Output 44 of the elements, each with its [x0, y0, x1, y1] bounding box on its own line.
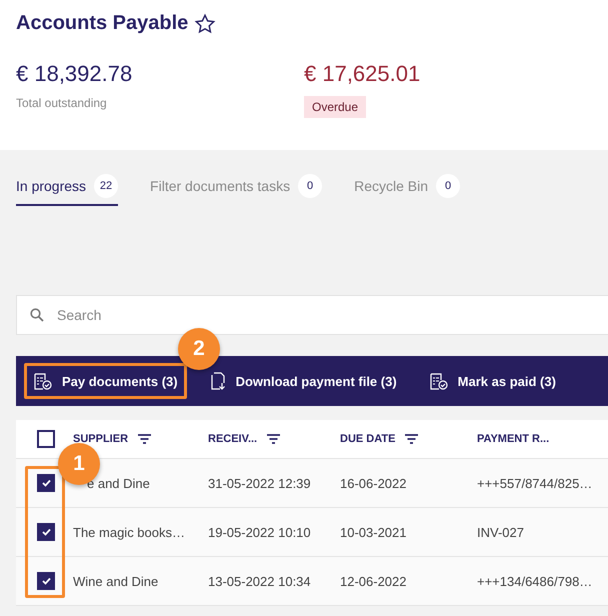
table-cell-text: 19-05-2022 10:10: [208, 524, 312, 540]
table-cell-text: Wine and Dine: [73, 574, 160, 588]
table-cell-text: +++557/8744/825…: [477, 476, 594, 490]
star-icon[interactable]: [194, 12, 216, 34]
column-header: DUE DATE: [340, 433, 396, 445]
count-badge: 0: [298, 174, 322, 198]
table-cell-text: INV-027: [477, 524, 525, 540]
count-badge: 22: [94, 174, 118, 198]
document-check-icon: [428, 372, 448, 390]
table-cell-text: 16-06-2022: [340, 476, 408, 490]
checkbox[interactable]: [37, 430, 55, 448]
tab[interactable]: Filter documents tasks 0: [150, 174, 322, 206]
table-cell-text: The magic books…: [73, 524, 186, 540]
filter-icon[interactable]: [138, 434, 152, 444]
table-cell-text: 10-03-2021: [340, 524, 408, 540]
table-cell-text: 31-05-2022 12:39: [208, 476, 312, 490]
amount: € 17,625.01: [304, 61, 420, 87]
checkbox[interactable]: [37, 572, 55, 590]
count-badge: 0: [436, 174, 460, 198]
checkbox[interactable]: [37, 523, 55, 541]
tab[interactable]: In progress 22: [16, 174, 118, 206]
checkmark-icon: [42, 577, 50, 585]
filter-icon[interactable]: [405, 434, 418, 444]
filter-icon[interactable]: [267, 434, 280, 444]
table-cell-text: +++134/6486/798…: [477, 574, 594, 588]
document-check-icon: [33, 372, 52, 390]
tab[interactable]: Recycle Bin 0: [354, 174, 460, 206]
action-button[interactable]: Mark as paid (3): [420, 363, 565, 399]
column-header: PAYMENT R...: [477, 433, 550, 445]
page-title: Accounts Payable: [16, 12, 188, 35]
amount-label: Total outstanding: [16, 96, 107, 110]
column-header: SUPPLIER: [73, 433, 128, 445]
checkbox[interactable]: [37, 474, 55, 492]
checkmark-icon: [42, 528, 50, 536]
search-field[interactable]: Search: [16, 295, 608, 335]
table-cell-text: 12-06-2022: [340, 574, 408, 588]
search-icon: [30, 308, 44, 322]
column-header: RECEIV...: [208, 433, 258, 445]
checkmark-icon: [42, 479, 50, 487]
overdue-tag: Overdue: [304, 96, 366, 118]
amount: € 18,392.78: [16, 61, 132, 87]
table-cell-text: 13-05-2022 10:34: [208, 574, 312, 588]
document-download-icon: [210, 372, 226, 390]
action-button[interactable]: Pay documents (3): [24, 363, 187, 399]
